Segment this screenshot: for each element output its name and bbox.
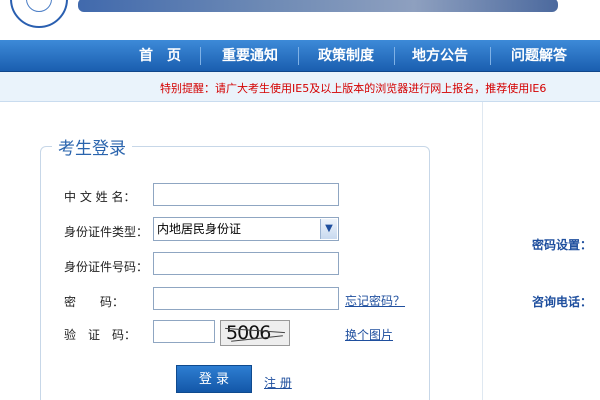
consult-phone-label: 咨询电话： [532,295,593,309]
nav-divider [490,47,491,65]
password-label: 密 码： [64,295,125,309]
notice-text: 特别提醒：请广大考生使用IE5及以上版本的浏览器进行网上报名，推荐使用IE6 [160,82,547,95]
login-title: 考生登录 [52,134,132,159]
forgot-password-link[interactable]: 忘记密码？ [345,292,405,309]
register-link[interactable]: 注 册 [264,374,292,391]
captcha-input[interactable] [153,320,215,343]
nav-divider [394,47,395,65]
nav-item-home[interactable]: 首 页 [120,40,200,72]
main-nav: 首 页 重要通知 政策制度 地方公告 问题解答 [0,40,600,72]
vertical-divider [482,102,483,400]
notice-bar: 特别提醒：请广大考生使用IE5及以上版本的浏览器进行网上报名，推荐使用IE6 [0,72,600,102]
site-logo [10,0,68,28]
nav-divider [298,47,299,65]
captcha-label: 验 证 码： [64,328,137,342]
chevron-down-icon[interactable]: ▼ [320,219,337,239]
nav-item-faq[interactable]: 问题解答 [494,40,584,72]
password-input[interactable] [153,287,339,310]
id-number-label: 身份证件号码： [64,260,149,274]
nav-item-notices[interactable]: 重要通知 [208,40,292,72]
nav-divider [200,47,201,65]
login-button[interactable]: 登 录 [176,365,252,393]
captcha-image[interactable]: 5006 [220,320,290,346]
name-label: 中 文 姓 名： [64,190,136,204]
id-type-selected-value: 内地居民身份证 [157,222,242,236]
site-title-banner [78,0,558,12]
site-header [0,0,600,40]
password-setting-label: 密码设置： [532,238,593,252]
logo-emblem-icon [26,0,52,12]
nav-item-policies[interactable]: 政策制度 [304,40,388,72]
id-type-label: 身份证件类型： [64,225,149,239]
nav-item-local-announcements[interactable]: 地方公告 [398,40,482,72]
refresh-captcha-link[interactable]: 换个图片 [345,326,393,343]
id-number-input[interactable] [153,252,339,275]
id-type-select[interactable]: 内地居民身份证 ▼ [153,217,339,241]
name-input[interactable] [153,183,339,206]
